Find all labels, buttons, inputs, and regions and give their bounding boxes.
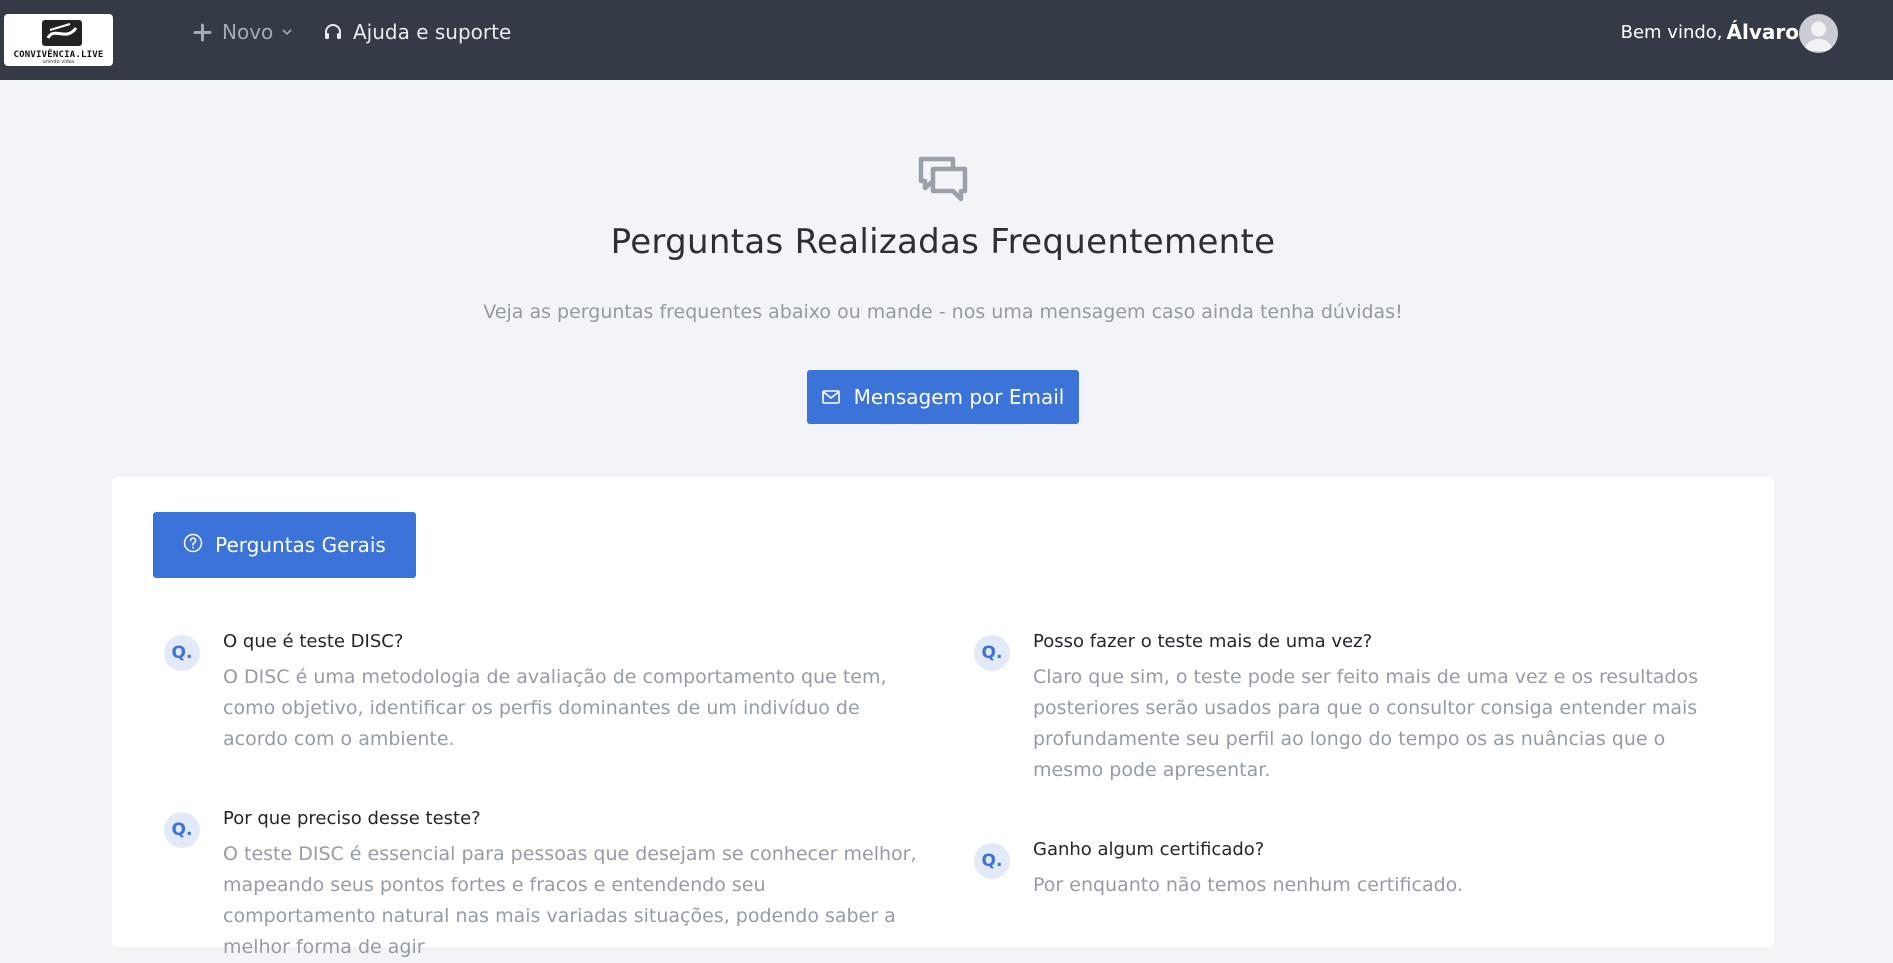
faq-answer: O DISC é uma metodologia de avaliação de… [223,666,887,750]
q-badge: Q. [974,843,1010,879]
faq-answer: O teste DISC é essencial para pessoas qu… [223,843,917,958]
q-badge: Q. [164,635,200,671]
welcome-text: Bem vindo, [1620,21,1723,43]
headset-icon [323,22,343,42]
plus-icon [193,23,212,42]
top-navbar: CONVIVÊNCIA.LIVE unindo vidas Novo Ajuda… [0,0,1893,80]
chevron-down-icon [281,26,293,38]
logo-subtext: unindo vidas [42,59,75,65]
user-avatar-icon[interactable] [1799,14,1838,53]
email-button-label: Mensagem por Email [853,385,1065,409]
nav-help-support[interactable]: Ajuda e suporte [323,20,511,44]
q-badge: Q. [974,635,1010,671]
category-general-label: Perguntas Gerais [215,533,386,557]
user-name[interactable]: Álvaro [1727,20,1799,44]
chat-bubbles-icon [917,155,969,207]
welcome-message: Bem vindo, Álvaro [1621,20,1799,44]
faq-question: O que é teste DISC? [223,631,404,652]
page-title: Perguntas Realizadas Frequentemente [610,222,1276,262]
faq-question: Posso fazer o teste mais de uma vez? [1033,631,1373,652]
faq-question: Ganho algum certificado? [1033,839,1265,860]
faq-answer: Por enquanto não temos nenhum certificad… [1033,874,1463,896]
app-logo[interactable]: CONVIVÊNCIA.LIVE unindo vidas [4,14,113,66]
question-circle-icon [183,533,203,553]
nav-new-dropdown[interactable]: Novo [193,20,293,44]
q-badge: Q. [164,812,200,848]
mail-icon [821,390,840,404]
faq-answer: Claro que sim, o teste pode ser feito ma… [1033,666,1699,781]
nav-new-label: Novo [222,20,274,44]
page-subtitle: Veja as perguntas frequentes abaixo ou m… [483,301,1403,323]
nav-help-label: Ajuda e suporte [353,20,512,44]
category-general-button[interactable]: Perguntas Gerais [153,512,416,578]
faq-card: Perguntas Gerais Q. O que é teste DISC? … [112,477,1774,958]
email-message-button[interactable]: Mensagem por Email [807,370,1079,424]
faq-question: Por que preciso desse teste? [223,808,481,829]
logo-mark-icon [42,20,82,46]
